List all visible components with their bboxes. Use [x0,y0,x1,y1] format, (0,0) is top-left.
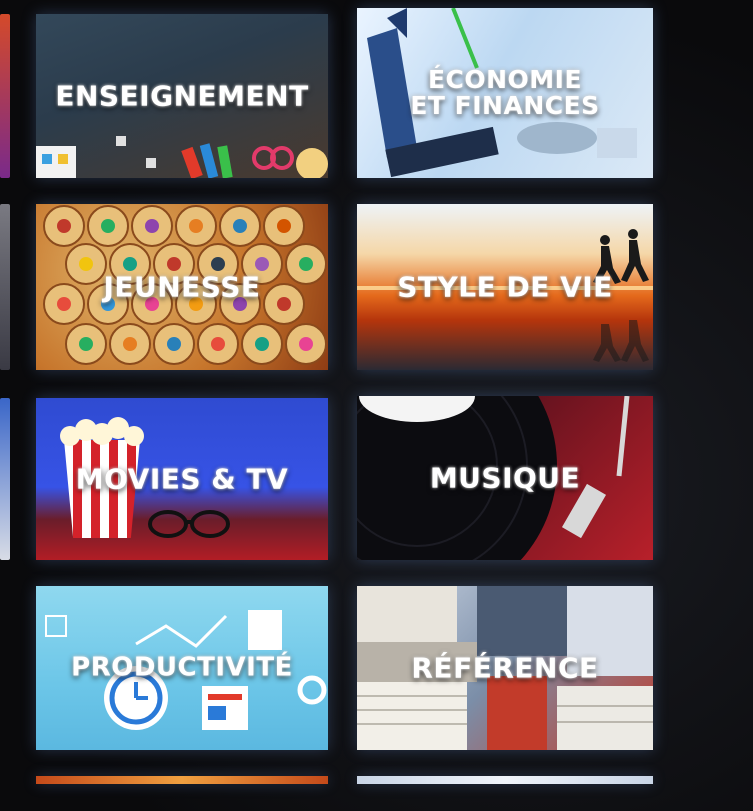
category-tile-musique[interactable]: MUSIQUE [357,396,653,560]
tile-label: ENSEIGNEMENT [55,79,309,113]
tile-label: PRODUCTIVITÉ [71,652,293,683]
partial-tile-sliver [0,204,10,370]
tile-label: STYLE DE VIE [397,270,613,304]
popcorn-top-icon [60,416,144,446]
category-tile-style-de-vie[interactable]: STYLE DE VIE [357,204,653,370]
category-tile-enseignement[interactable]: ENSEIGNEMENT [36,14,328,178]
tile-background [357,776,653,784]
category-tile-reference[interactable]: RÉFÉRENCE [357,586,653,750]
tile-label: MOVIES & TV [75,462,289,496]
category-tile-movies-tv[interactable]: MOVIES & TV [36,398,328,560]
tile-label: ÉCONOMIE ET FINANCES [410,64,600,120]
tile-label: MUSIQUE [429,461,581,495]
category-tile-economie-et-finances[interactable]: ÉCONOMIE ET FINANCES [357,8,653,178]
tile-label: JEUNESSE [103,270,261,304]
category-tile-productivite[interactable]: PRODUCTIVITÉ [36,586,328,750]
tile-label: RÉFÉRENCE [411,651,599,685]
school-supplies-illustration [36,118,328,178]
partial-category-tile[interactable] [36,776,328,784]
tile-background [36,776,328,784]
category-tile-jeunesse[interactable]: JEUNESSE [36,204,328,370]
partial-tile-sliver [0,398,10,560]
partial-tile-sliver [0,14,10,178]
glasses-icon [146,506,236,540]
partial-category-tile[interactable] [357,776,653,784]
